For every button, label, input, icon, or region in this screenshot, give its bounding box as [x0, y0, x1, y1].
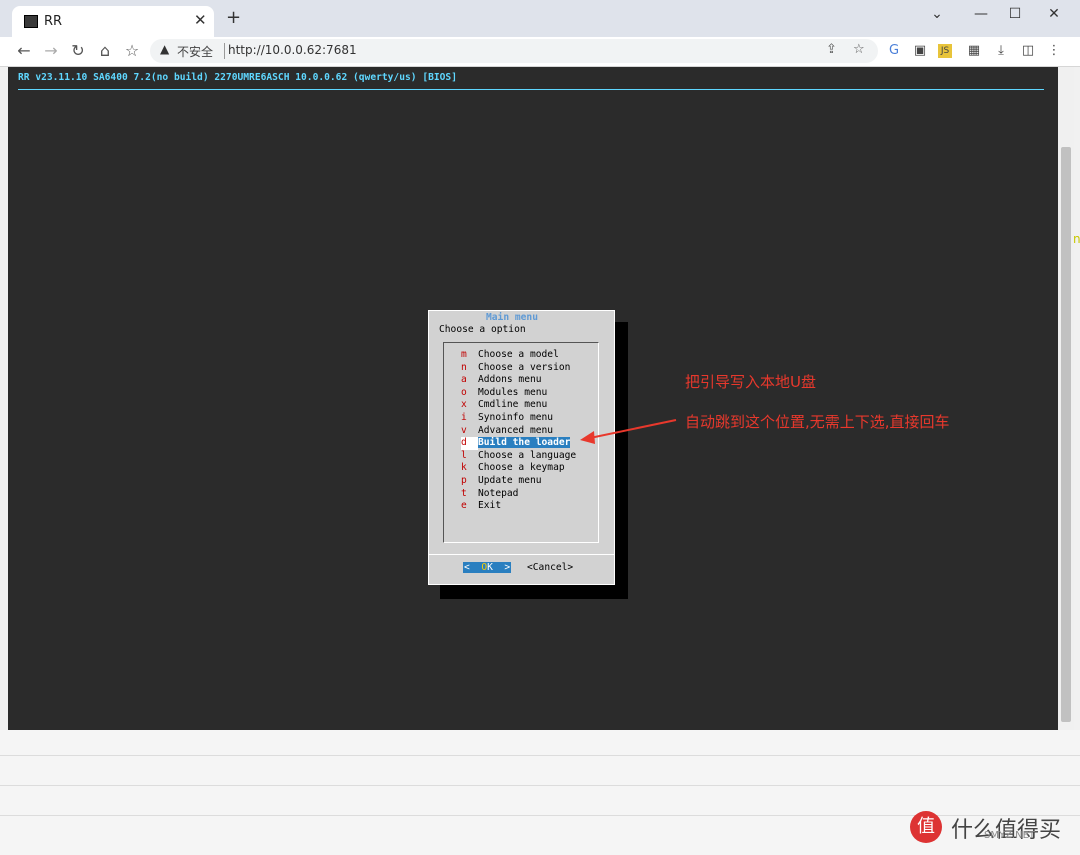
menu-item-hotkey: l — [461, 449, 467, 461]
menu-item[interactable]: i Synoinfo menu — [461, 412, 621, 425]
menu-item[interactable]: d Build the loader — [461, 437, 621, 450]
scrollbar-thumb[interactable] — [1061, 147, 1071, 722]
menu-item[interactable]: v Advanced menu — [461, 425, 621, 438]
menu-item-label: Advanced menu — [478, 424, 554, 436]
menu-item-label: Update menu — [478, 475, 542, 486]
download-icon[interactable]: ⤓ — [992, 43, 1010, 58]
menu-item-label: Cmdline menu — [478, 399, 548, 411]
menu-item-hotkey: d — [461, 437, 478, 450]
cancel-button[interactable]: <Cancel> — [527, 562, 573, 573]
tab-title: RR — [44, 14, 63, 29]
address-divider — [224, 43, 225, 59]
url-text[interactable]: http://10.0.0.62:7681 — [228, 43, 357, 57]
menu-item-label: Exit — [478, 500, 502, 512]
menu-item-hotkey: o — [461, 386, 467, 398]
dialog-title: Main menu — [486, 312, 538, 323]
menu-item-hotkey: t — [461, 487, 467, 499]
menu-item[interactable]: k Choose a keymap — [461, 462, 621, 475]
menu-item-label: Choose a language — [478, 449, 577, 461]
browser-tab[interactable]: RR ✕ — [12, 6, 214, 37]
menu-item[interactable]: o Modules menu — [461, 387, 621, 400]
menu-item-hotkey: m — [461, 349, 467, 360]
menu-icon[interactable]: ⋮ — [1045, 43, 1063, 58]
grid-icon[interactable]: ▦ — [965, 43, 983, 58]
menu-item-label: Build the loader — [478, 437, 571, 449]
menu-item-hotkey: a — [461, 374, 467, 386]
watermark-logo-icon: 值 — [910, 811, 942, 843]
tab-search-icon[interactable]: ⌄ — [922, 6, 952, 22]
main-menu-dialog: Main menu Choose a option < OK > <Cancel… — [428, 310, 615, 585]
menu-item[interactable]: t Notepad — [461, 488, 621, 501]
mask-icon[interactable]: ▣ — [911, 43, 929, 58]
tab-close-icon[interactable]: ✕ — [194, 11, 207, 29]
status-divider — [18, 89, 1044, 90]
menu-item[interactable]: m Choose a model — [461, 349, 621, 362]
translate-icon[interactable]: G — [885, 43, 903, 58]
ok-rest: K > — [487, 562, 511, 573]
bookmark-star-icon[interactable]: ☆ — [121, 41, 143, 60]
new-tab-button[interactable]: + — [226, 9, 241, 27]
menu-item-label: Notepad — [478, 487, 519, 499]
annotation-write-loader: 把引导写入本地U盘 — [685, 373, 816, 391]
menu-item-hotkey: x — [461, 399, 467, 411]
annotation-auto-jump: 自动跳到这个位置,无需上下选,直接回车 — [685, 413, 950, 431]
menu-item-hotkey: i — [461, 412, 467, 423]
menu-item[interactable]: e Exit — [461, 500, 621, 513]
share-icon[interactable]: ⇪ — [826, 42, 837, 57]
bookmark-page-icon[interactable]: ☆ — [853, 42, 865, 57]
browser-toolbar: ← → ↻ ⌂ ☆ ▲ 不安全 http://10.0.0.62:7681 ⇪ … — [0, 37, 1080, 67]
menu-item-hotkey: k — [461, 462, 467, 474]
security-label[interactable]: 不安全 — [177, 43, 213, 60]
sidebar-icon[interactable]: ◫ — [1019, 43, 1037, 58]
js-icon[interactable]: JS — [938, 44, 952, 58]
menu-item-hotkey: e — [461, 500, 467, 512]
watermark-subtext: SMYZ.NET — [984, 830, 1036, 841]
menu-item-hotkey: v — [461, 424, 467, 436]
home-button[interactable]: ⌂ — [94, 41, 116, 60]
maximize-button[interactable]: ☐ — [1000, 6, 1030, 22]
address-bar[interactable]: ▲ 不安全 http://10.0.0.62:7681 ⇪ ☆ — [150, 39, 878, 63]
close-window-button[interactable]: ✕ — [1039, 6, 1069, 22]
status-line: RR v23.11.10 SA6400 7.2(no build) 2270UM… — [18, 72, 457, 83]
dialog-divider — [429, 554, 614, 555]
menu-item-label: Choose a version — [478, 361, 571, 373]
ok-button[interactable]: < OK > — [463, 562, 512, 573]
menu-item[interactable]: n Choose a version — [461, 362, 621, 375]
page-scrollbar[interactable] — [1058, 67, 1074, 730]
menu-item-hotkey: n — [461, 361, 467, 373]
menu-item-label: Choose a model — [478, 349, 559, 360]
minimize-button[interactable]: — — [966, 6, 996, 22]
grid-line — [0, 785, 1080, 786]
back-button[interactable]: ← — [13, 41, 35, 60]
menu-item-label: Synoinfo menu — [478, 412, 554, 423]
reload-button[interactable]: ↻ — [67, 41, 89, 60]
menu-item-label: Modules menu — [478, 386, 548, 398]
menu-item[interactable]: x Cmdline menu — [461, 399, 621, 412]
edge-glyph: n — [1073, 232, 1080, 246]
forward-button[interactable]: → — [40, 41, 62, 60]
terminal-favicon-icon — [24, 15, 38, 28]
tab-strip: RR ✕ + ⌄ — ☐ ✕ — [0, 0, 1080, 37]
menu-item[interactable]: l Choose a language — [461, 450, 621, 463]
warning-icon: ▲ — [160, 42, 170, 56]
menu-item-label: Addons menu — [478, 374, 542, 386]
menu-item[interactable]: a Addons menu — [461, 374, 621, 387]
dialog-prompt: Choose a option — [439, 324, 526, 335]
menu-item-label: Choose a keymap — [478, 462, 565, 474]
menu-item-hotkey: p — [461, 475, 467, 486]
grid-line — [0, 755, 1080, 756]
menu-item[interactable]: p Update menu — [461, 475, 621, 488]
ok-left: < — [464, 562, 482, 573]
